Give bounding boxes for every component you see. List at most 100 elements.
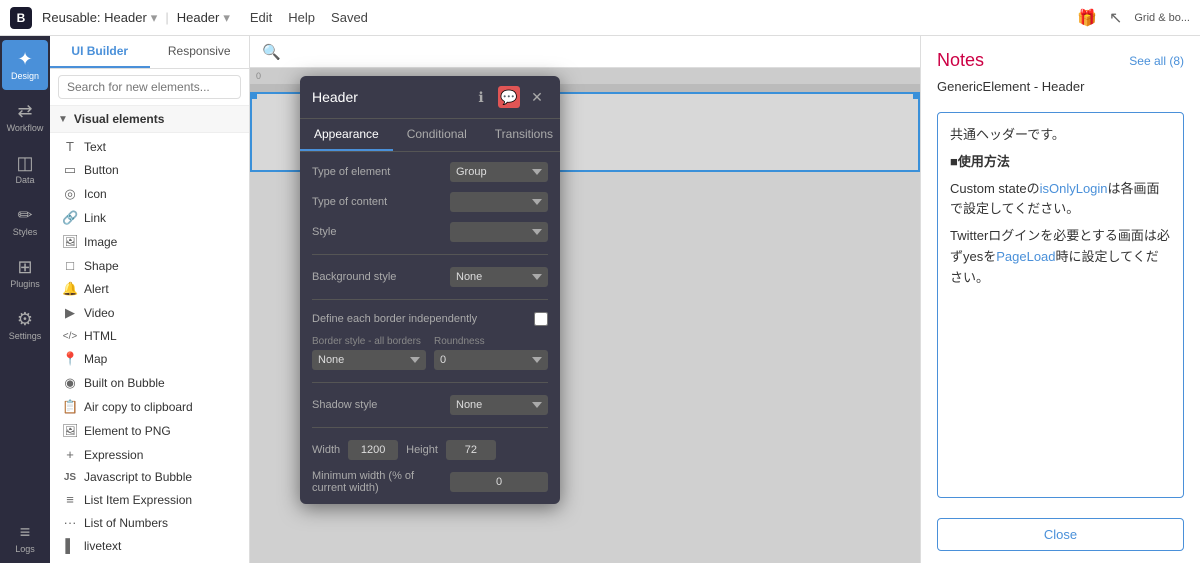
- list-item[interactable]: 🖼Image: [50, 230, 249, 254]
- sidebar-item-data[interactable]: ◫ Data: [2, 144, 48, 194]
- edit-menu[interactable]: Edit: [250, 10, 272, 25]
- sidebar-item-styles[interactable]: ✏ Styles: [2, 196, 48, 246]
- logs-icon: ≡: [20, 523, 31, 541]
- type-of-element-select[interactable]: Group: [450, 162, 548, 182]
- shadow-style-row: Shadow style None: [312, 395, 548, 415]
- list-item[interactable]: ···List of Numbers: [50, 511, 249, 534]
- close-icon-btn[interactable]: ✕: [526, 86, 548, 108]
- info-icon-btn[interactable]: ℹ: [470, 86, 492, 108]
- list-item[interactable]: 📋Air copy to clipboard: [50, 395, 249, 419]
- page-label: Header: [177, 10, 220, 25]
- list-item[interactable]: ▶Video: [50, 301, 249, 325]
- notes-content[interactable]: 共通ヘッダーです。 ■使用方法 Custom stateのisOnlyLogin…: [937, 112, 1184, 498]
- header-properties-modal: Header ℹ 💬 ✕ Appearance Conditional Tran…: [300, 76, 560, 504]
- clipboard-icon: 📋: [62, 399, 78, 415]
- divider3: [312, 382, 548, 383]
- list-item[interactable]: ≡List Item Expression: [50, 488, 249, 511]
- modal-overlay: Header ℹ 💬 ✕ Appearance Conditional Tran…: [250, 36, 920, 563]
- sidebar-item-settings[interactable]: ⚙ Settings: [2, 300, 48, 350]
- define-border-checkbox[interactable]: [534, 312, 548, 326]
- style-select[interactable]: [450, 222, 548, 242]
- search-input[interactable]: [58, 75, 241, 99]
- button-icon: ▭: [62, 162, 78, 178]
- modal-tab-transitions[interactable]: Transitions: [481, 119, 567, 151]
- list-item[interactable]: ◎Icon: [50, 182, 249, 206]
- background-style-select[interactable]: None: [450, 267, 548, 287]
- js-icon: JS: [62, 472, 78, 483]
- list-item[interactable]: 🔗Link: [50, 206, 249, 230]
- define-border-label: Define each border independently: [312, 313, 526, 325]
- list-item[interactable]: JSJavascript to Bubble: [50, 466, 249, 488]
- type-of-element-row: Type of element Group: [312, 162, 548, 182]
- list-item[interactable]: ◉Built on Bubble: [50, 371, 249, 395]
- main-layout: ✦ Design ⇄ Workflow ◫ Data ✏ Styles ⊞ Pl…: [0, 36, 1200, 563]
- page-dropdown-icon[interactable]: ▾: [223, 10, 230, 26]
- topbar-dropdown-icon[interactable]: ▾: [151, 10, 158, 26]
- height-input[interactable]: [446, 440, 496, 460]
- list-numbers-icon: ···: [62, 515, 78, 530]
- list-item[interactable]: +Install more...: [50, 557, 249, 563]
- help-menu[interactable]: Help: [288, 10, 315, 25]
- list-item[interactable]: ▌livetext: [50, 534, 249, 557]
- type-of-element-label: Type of element: [312, 166, 442, 178]
- notes-footer: Close: [921, 506, 1200, 563]
- settings-icon: ⚙: [17, 310, 33, 328]
- map-icon: 📍: [62, 351, 78, 367]
- notes-link2[interactable]: PageLoad: [996, 249, 1055, 264]
- tab-responsive[interactable]: Responsive: [150, 36, 250, 68]
- list-item[interactable]: ▭Button: [50, 158, 249, 182]
- width-input[interactable]: [348, 440, 398, 460]
- data-label: Data: [15, 175, 34, 185]
- visual-elements-list: TText ▭Button ◎Icon 🔗Link 🖼Image □Shape …: [50, 133, 249, 563]
- type-of-content-row: Type of content: [312, 192, 548, 212]
- list-item[interactable]: +Expression: [50, 443, 249, 466]
- list-item[interactable]: □Shape: [50, 254, 249, 277]
- width-height-row: Width Height: [312, 440, 548, 460]
- list-item[interactable]: 🔔Alert: [50, 277, 249, 301]
- background-style-label: Background style: [312, 271, 442, 283]
- shadow-style-select[interactable]: None: [450, 395, 548, 415]
- modal-tab-appearance[interactable]: Appearance: [300, 119, 393, 151]
- border-style-select[interactable]: None: [312, 350, 426, 370]
- tab-ui-builder[interactable]: UI Builder: [50, 36, 150, 68]
- roundness-select[interactable]: 0: [434, 350, 548, 370]
- list-item-expr-icon: ≡: [62, 492, 78, 507]
- min-width-input[interactable]: [450, 472, 548, 492]
- panel-search-area: [50, 69, 249, 106]
- workflow-icon: ⇄: [17, 102, 32, 120]
- plugins-label: Plugins: [10, 279, 40, 289]
- notes-see-all[interactable]: See all (8): [1129, 54, 1184, 68]
- grid-label[interactable]: Grid & bo...: [1134, 12, 1190, 24]
- list-item[interactable]: TText: [50, 135, 249, 158]
- type-of-content-select[interactable]: [450, 192, 548, 212]
- elements-panel: UI Builder Responsive ▼ Visual elements …: [50, 36, 250, 563]
- notes-close-button[interactable]: Close: [937, 518, 1184, 551]
- visual-elements-header[interactable]: ▼ Visual elements: [50, 106, 249, 133]
- logs-label: Logs: [15, 544, 35, 554]
- border-style-label: Border style - all borders: [312, 336, 426, 347]
- sidebar-item-design[interactable]: ✦ Design: [2, 40, 48, 90]
- canvas-area: 🔍 0 Header ℹ: [250, 36, 920, 563]
- video-icon: ▶: [62, 305, 78, 321]
- list-item[interactable]: 📍Map: [50, 347, 249, 371]
- notes-link1[interactable]: isOnlyLogin: [1040, 181, 1108, 196]
- cursor-icon[interactable]: ↖: [1109, 8, 1122, 28]
- sidebar-item-logs[interactable]: ≡ Logs: [2, 513, 48, 563]
- sidebar-item-plugins[interactable]: ⊞ Plugins: [2, 248, 48, 298]
- data-icon: ◫: [16, 154, 33, 172]
- topbar-menu: Edit Help Saved: [250, 10, 368, 25]
- plugins-icon: ⊞: [17, 258, 32, 276]
- design-label: Design: [11, 71, 39, 81]
- comment-icon-btn[interactable]: 💬: [498, 86, 520, 108]
- link-icon: 🔗: [62, 210, 78, 226]
- modal-header: Header ℹ 💬 ✕: [300, 76, 560, 119]
- list-item[interactable]: </>HTML: [50, 325, 249, 347]
- notes-line2: Custom stateのisOnlyLoginは各画面で設定してください。: [950, 179, 1171, 221]
- sidebar-item-workflow[interactable]: ⇄ Workflow: [2, 92, 48, 142]
- roundness-label: Roundness: [434, 336, 548, 347]
- modal-tab-conditional[interactable]: Conditional: [393, 119, 481, 151]
- list-item[interactable]: 🖼Element to PNG: [50, 419, 249, 443]
- roundness-col: Roundness 0: [434, 336, 548, 370]
- gift-icon[interactable]: 🎁: [1077, 8, 1097, 28]
- reusable-label: Reusable: Header: [42, 10, 147, 25]
